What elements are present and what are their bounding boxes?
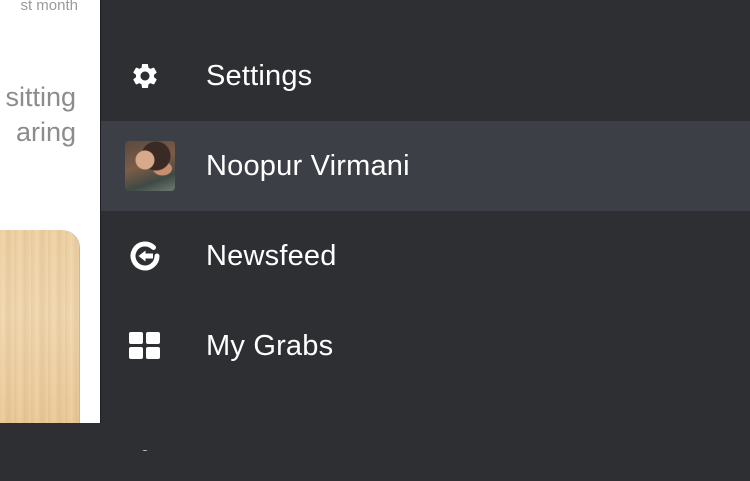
post-text-line: sitting	[5, 82, 76, 112]
menu-item-my-grabs[interactable]: My Grabs	[101, 301, 750, 391]
newsfeed-g-icon	[125, 236, 165, 276]
gear-icon	[125, 56, 165, 96]
post-text-line: aring	[15, 117, 76, 147]
grid-icon	[125, 326, 165, 366]
side-menu: Settings Noopur Virmani Newsfeed My Grab…	[101, 0, 750, 451]
menu-item-partial[interactable]	[101, 391, 750, 481]
menu-item-newsfeed[interactable]: Newsfeed	[101, 211, 750, 301]
menu-item-label: Newsfeed	[206, 239, 337, 272]
partial-icon	[125, 416, 165, 456]
menu-item-label: My Grabs	[206, 329, 334, 362]
post-image[interactable]	[0, 230, 79, 423]
menu-item-settings[interactable]: Settings	[101, 31, 750, 121]
menu-item-label: Settings	[206, 59, 313, 92]
menu-item-profile[interactable]: Noopur Virmani	[101, 121, 750, 211]
profile-photo	[125, 141, 175, 191]
avatar	[125, 141, 175, 191]
content-panel-peek[interactable]: st month sitting aring	[0, 0, 100, 423]
menu-item-label: Noopur Virmani	[206, 149, 410, 182]
post-timestamp: st month	[20, 0, 78, 14]
